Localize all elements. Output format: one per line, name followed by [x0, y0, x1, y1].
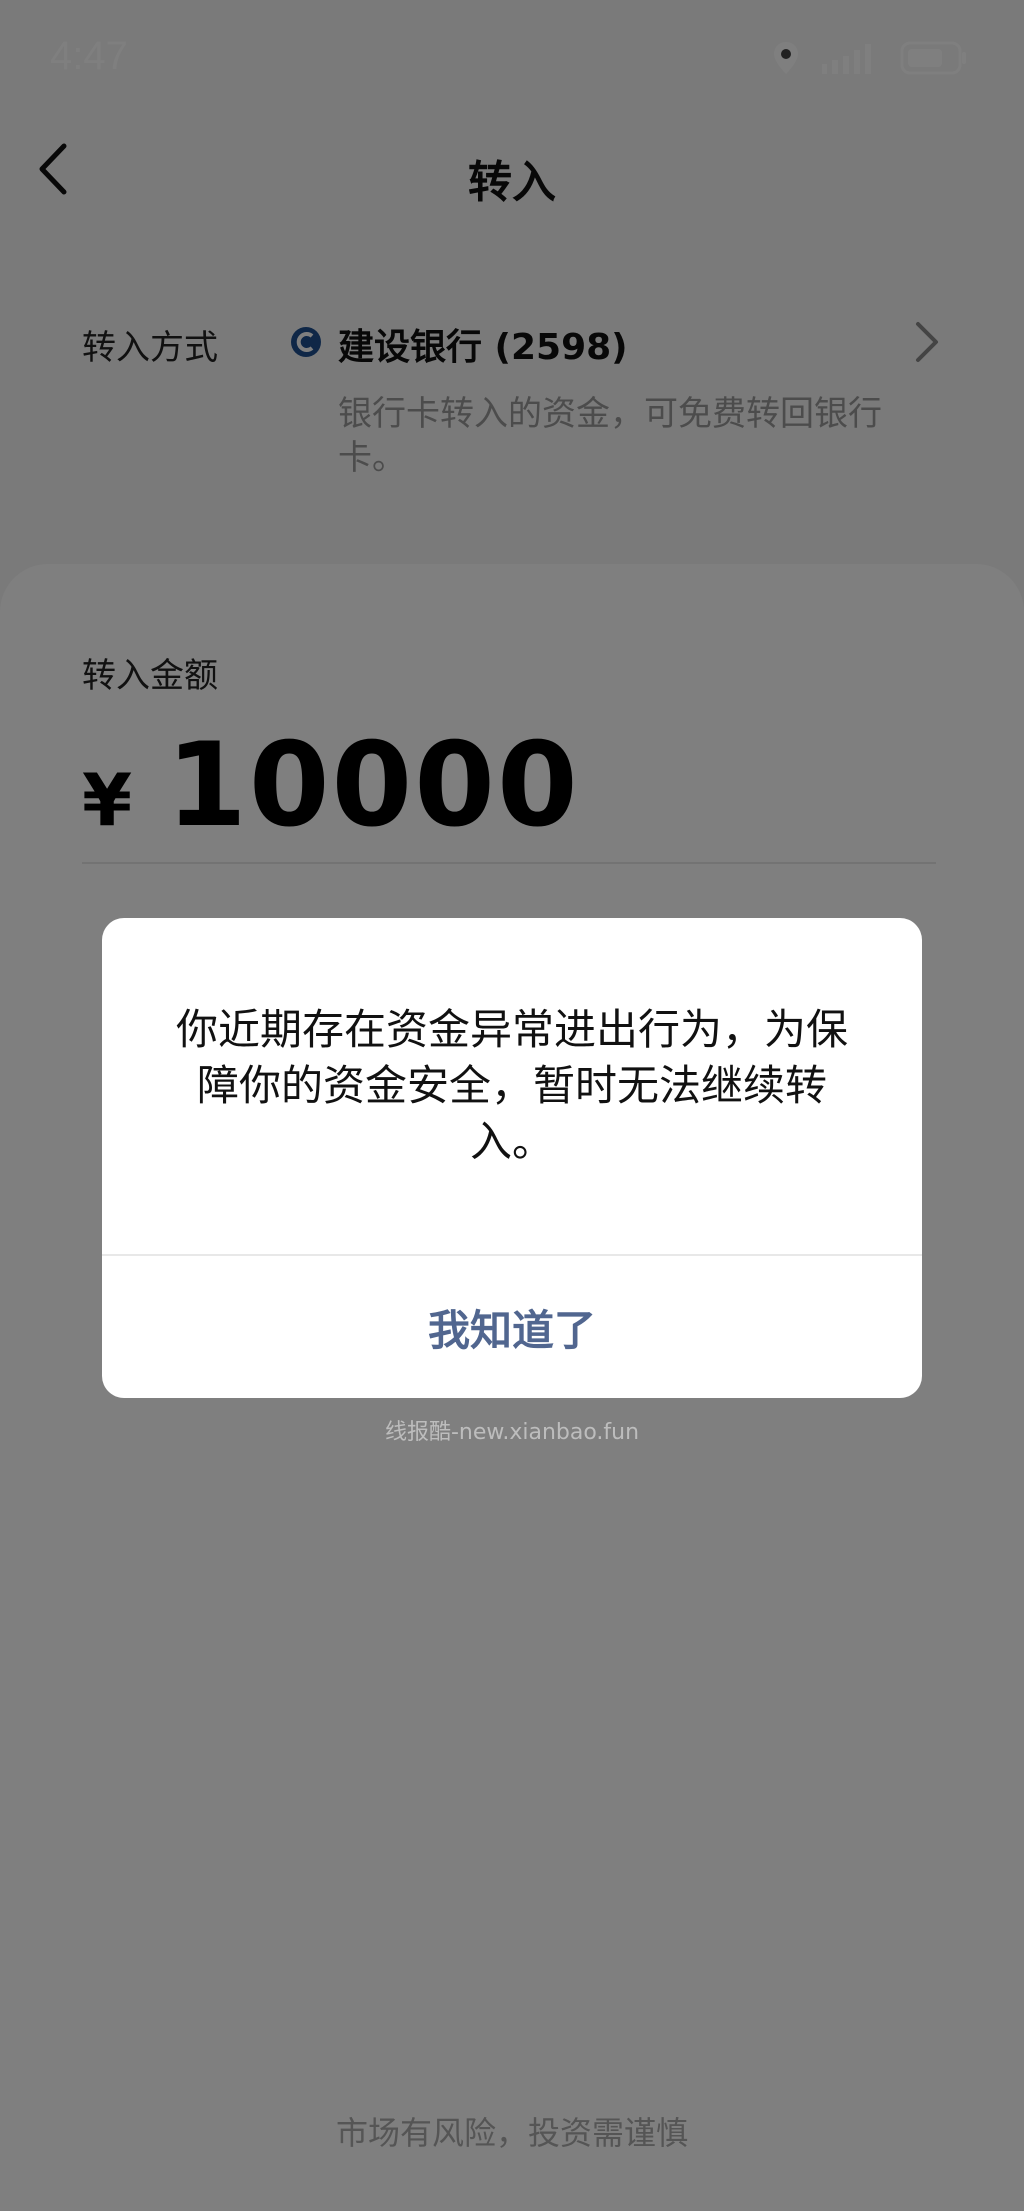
alert-dialog: 你近期存在资金异常进出行为，为保障你的资金安全，暂时无法继续转入。 我知道了	[102, 918, 922, 1398]
acknowledge-button[interactable]: 我知道了	[102, 1256, 922, 1398]
watermark: 线报酷-new.xianbao.fun	[384, 1420, 640, 1445]
dialog-message: 你近期存在资金异常进出行为，为保障你的资金安全，暂时无法继续转入。	[175, 1005, 848, 1166]
